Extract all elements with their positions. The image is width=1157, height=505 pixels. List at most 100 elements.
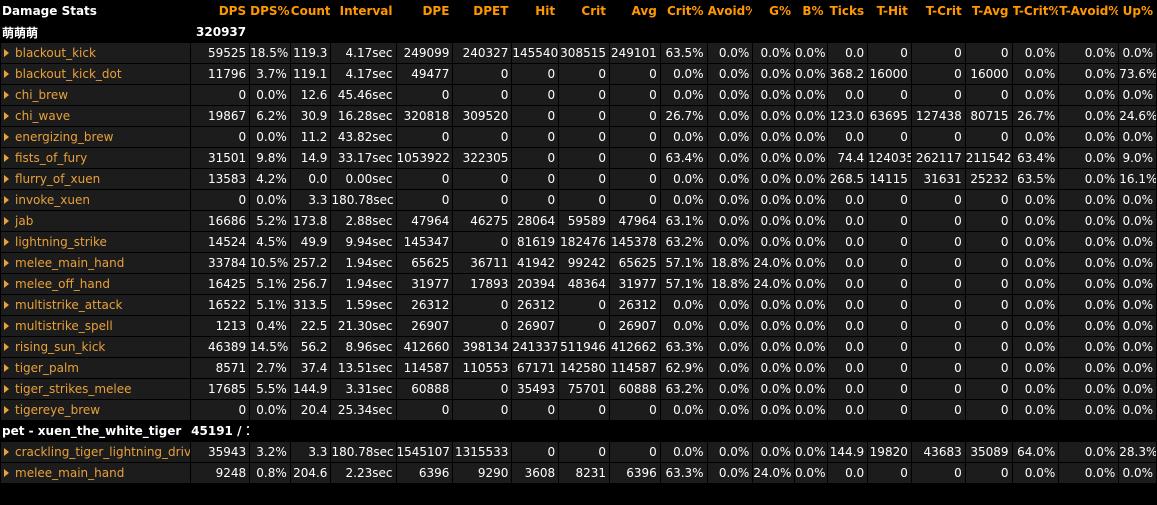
column-header-dpet[interactable]: DPET (453, 1, 512, 21)
column-header-g[interactable]: G% (753, 1, 794, 21)
expand-arrow-icon[interactable] (4, 49, 9, 57)
cell-dps: 0.4% (250, 316, 290, 336)
column-header-interval[interactable]: Interval (331, 1, 396, 21)
cell-t-crit: 0.0% (1012, 127, 1059, 147)
cell-dps: 5.1% (250, 295, 290, 315)
column-header-crit[interactable]: Crit (559, 1, 609, 21)
cell-avoid: 0.0% (707, 127, 753, 147)
ability-expander[interactable]: blackout_kick_dot (1, 64, 191, 84)
expand-arrow-icon[interactable] (4, 238, 9, 246)
column-header-dps[interactable]: DPS (191, 1, 250, 21)
expand-arrow-icon[interactable] (4, 322, 9, 330)
expand-arrow-icon[interactable] (4, 133, 9, 141)
column-header-count[interactable]: Count (290, 1, 331, 21)
cell-interval: 13.51sec (331, 358, 396, 378)
column-header-t-avoid[interactable]: T-Avoid% (1059, 1, 1119, 21)
cell-g: 0.0% (753, 106, 794, 126)
ability-name: chi_brew (15, 88, 69, 102)
cell-count: 119.1 (290, 64, 331, 84)
column-header-b[interactable]: B% (794, 1, 827, 21)
ability-expander[interactable]: tiger_strikes_melee (1, 379, 191, 399)
expand-arrow-icon[interactable] (4, 154, 9, 162)
cell-avg: 60888 (609, 379, 660, 399)
column-header-damage-stats[interactable]: Damage Stats (1, 1, 191, 21)
cell-crit: 63.5% (660, 43, 707, 63)
cell-dpe: 65625 (396, 253, 453, 273)
expand-arrow-icon[interactable] (4, 406, 9, 414)
expand-arrow-icon[interactable] (4, 280, 9, 288)
expand-arrow-icon[interactable] (4, 217, 9, 225)
expand-arrow-icon[interactable] (4, 259, 9, 267)
column-header-crit[interactable]: Crit% (660, 1, 707, 21)
expand-arrow-icon[interactable] (4, 91, 9, 99)
expand-arrow-icon[interactable] (4, 448, 9, 456)
cell-up: 0.0% (1119, 400, 1156, 420)
ability-expander[interactable]: melee_main_hand (1, 463, 191, 483)
column-header-hit[interactable]: Hit (512, 1, 559, 21)
column-header-t-hit[interactable]: T-Hit (868, 1, 911, 21)
ability-expander[interactable]: rising_sun_kick (1, 337, 191, 357)
cell-avg: 412662 (609, 337, 660, 357)
expand-arrow-icon[interactable] (4, 70, 9, 78)
table-row: blackout_kick 59525 18.5% 119.3 4.17sec 24909… (1, 43, 1156, 63)
expand-arrow-icon[interactable] (4, 196, 9, 204)
expand-arrow-icon[interactable] (4, 175, 9, 183)
cell-dps: 35943 (191, 442, 250, 462)
cell-dps: 5.1% (250, 274, 290, 294)
ability-expander[interactable]: invoke_xuen (1, 190, 191, 210)
ability-expander[interactable]: jab (1, 211, 191, 231)
cell-interval: 45.46sec (331, 85, 396, 105)
column-header-t-avg[interactable]: T-Avg (965, 1, 1012, 21)
column-header-dps[interactable]: DPS% (250, 1, 290, 21)
cell-t-avg: 80715 (965, 106, 1012, 126)
cell-t-avoid: 0.0% (1059, 253, 1119, 273)
column-header-avg[interactable]: Avg (609, 1, 660, 21)
ability-expander[interactable]: flurry_of_xuen (1, 169, 191, 189)
cell-avg: 0 (609, 148, 660, 168)
cell-crit: 0 (559, 64, 609, 84)
expand-arrow-icon[interactable] (4, 301, 9, 309)
cell-ticks: 0.0 (827, 358, 868, 378)
ability-expander[interactable]: melee_off_hand (1, 274, 191, 294)
cell-count: 0.0 (290, 169, 331, 189)
cell-t-avoid: 0.0% (1059, 295, 1119, 315)
ability-expander[interactable]: tiger_palm (1, 358, 191, 378)
cell-crit: 0 (559, 400, 609, 420)
expand-arrow-icon[interactable] (4, 343, 9, 351)
expand-arrow-icon[interactable] (4, 364, 9, 372)
ability-expander[interactable]: multistrike_spell (1, 316, 191, 336)
ability-expander[interactable]: chi_wave (1, 106, 191, 126)
cell-t-avoid: 0.0% (1059, 190, 1119, 210)
cell-t-hit: 0 (868, 274, 911, 294)
cell-count: 3.3 (290, 442, 331, 462)
column-header-dpe[interactable]: DPE (396, 1, 453, 21)
ability-name: invoke_xuen (15, 193, 90, 207)
ability-expander[interactable]: energizing_brew (1, 127, 191, 147)
ability-expander[interactable]: crackling_tiger_lightning_driver (1, 442, 191, 462)
cell-ticks: 0.0 (827, 379, 868, 399)
cell-t-crit: 0 (911, 85, 965, 105)
ability-expander[interactable]: blackout_kick (1, 43, 191, 63)
ability-expander[interactable]: lightning_strike (1, 232, 191, 252)
expand-arrow-icon[interactable] (4, 385, 9, 393)
cell-t-crit: 0.0% (1012, 85, 1059, 105)
ability-expander[interactable]: melee_main_hand (1, 253, 191, 273)
cell-b: 0.0% (794, 211, 827, 231)
cell-t-crit: 26.7% (1012, 106, 1059, 126)
cell-crit: 63.1% (660, 211, 707, 231)
ability-expander[interactable]: fists_of_fury (1, 148, 191, 168)
cell-ticks: 74.4 (827, 148, 868, 168)
column-header-t-crit[interactable]: T-Crit (911, 1, 965, 21)
expand-arrow-icon[interactable] (4, 469, 9, 477)
column-header-t-crit[interactable]: T-Crit% (1012, 1, 1059, 21)
column-header-up[interactable]: Up% (1119, 1, 1156, 21)
cell-crit: 0 (559, 85, 609, 105)
cell-t-avoid: 0.0% (1059, 316, 1119, 336)
ability-expander[interactable]: tigereye_brew (1, 400, 191, 420)
expand-arrow-icon[interactable] (4, 112, 9, 120)
ability-expander[interactable]: chi_brew (1, 85, 191, 105)
column-header-avoid[interactable]: Avoid% (707, 1, 753, 21)
cell-t-avoid: 0.0% (1059, 337, 1119, 357)
ability-expander[interactable]: multistrike_attack (1, 295, 191, 315)
column-header-ticks[interactable]: Ticks (827, 1, 868, 21)
